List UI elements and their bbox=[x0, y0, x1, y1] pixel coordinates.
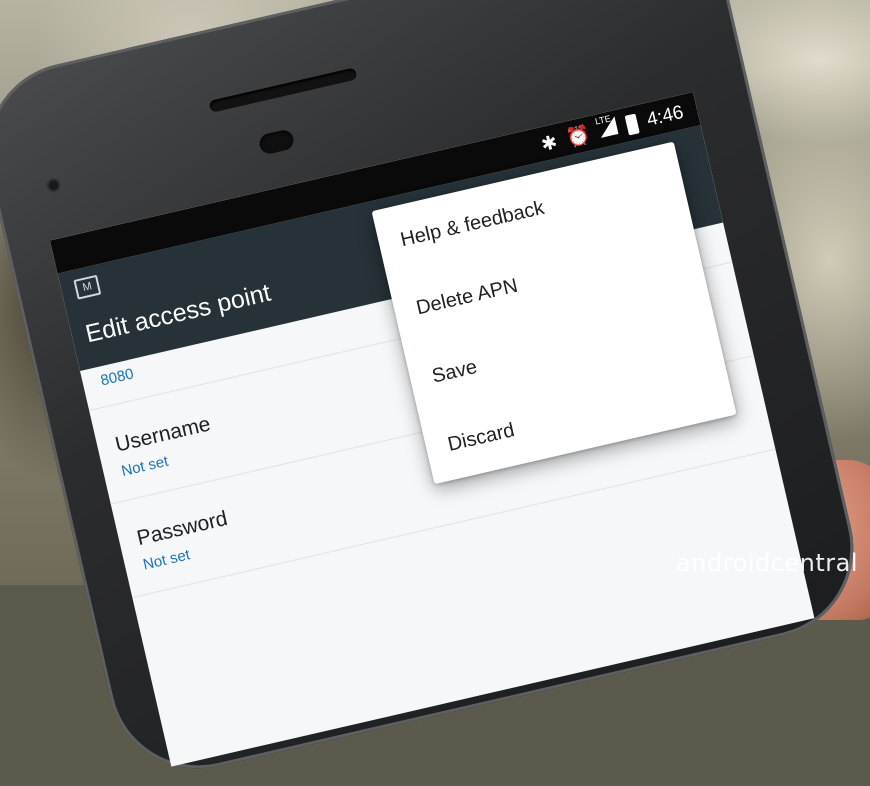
front-camera bbox=[257, 128, 296, 156]
battery-icon bbox=[624, 113, 640, 136]
list-item-value: Not set bbox=[119, 452, 170, 480]
list-item-value: Not set bbox=[141, 546, 192, 574]
phone-body: ✱ ⏰ LTE 4:46 M Edit access point 8080 Us… bbox=[0, 0, 870, 786]
mail-icon: M bbox=[73, 274, 102, 300]
phone-screen: ✱ ⏰ LTE 4:46 M Edit access point 8080 Us… bbox=[49, 91, 815, 767]
proximity-sensor bbox=[47, 179, 60, 192]
alarm-icon: ⏰ bbox=[564, 124, 593, 151]
lte-signal-icon: LTE bbox=[594, 113, 620, 143]
bluetooth-icon: ✱ bbox=[539, 131, 560, 156]
watermark-logo: androidcentral bbox=[676, 549, 858, 577]
earpiece-speaker bbox=[208, 67, 358, 113]
status-time: 4:46 bbox=[644, 101, 686, 131]
list-item-title: Password bbox=[134, 506, 230, 551]
port-value: 8080 bbox=[98, 365, 136, 390]
list-item-title: Username bbox=[113, 412, 213, 457]
